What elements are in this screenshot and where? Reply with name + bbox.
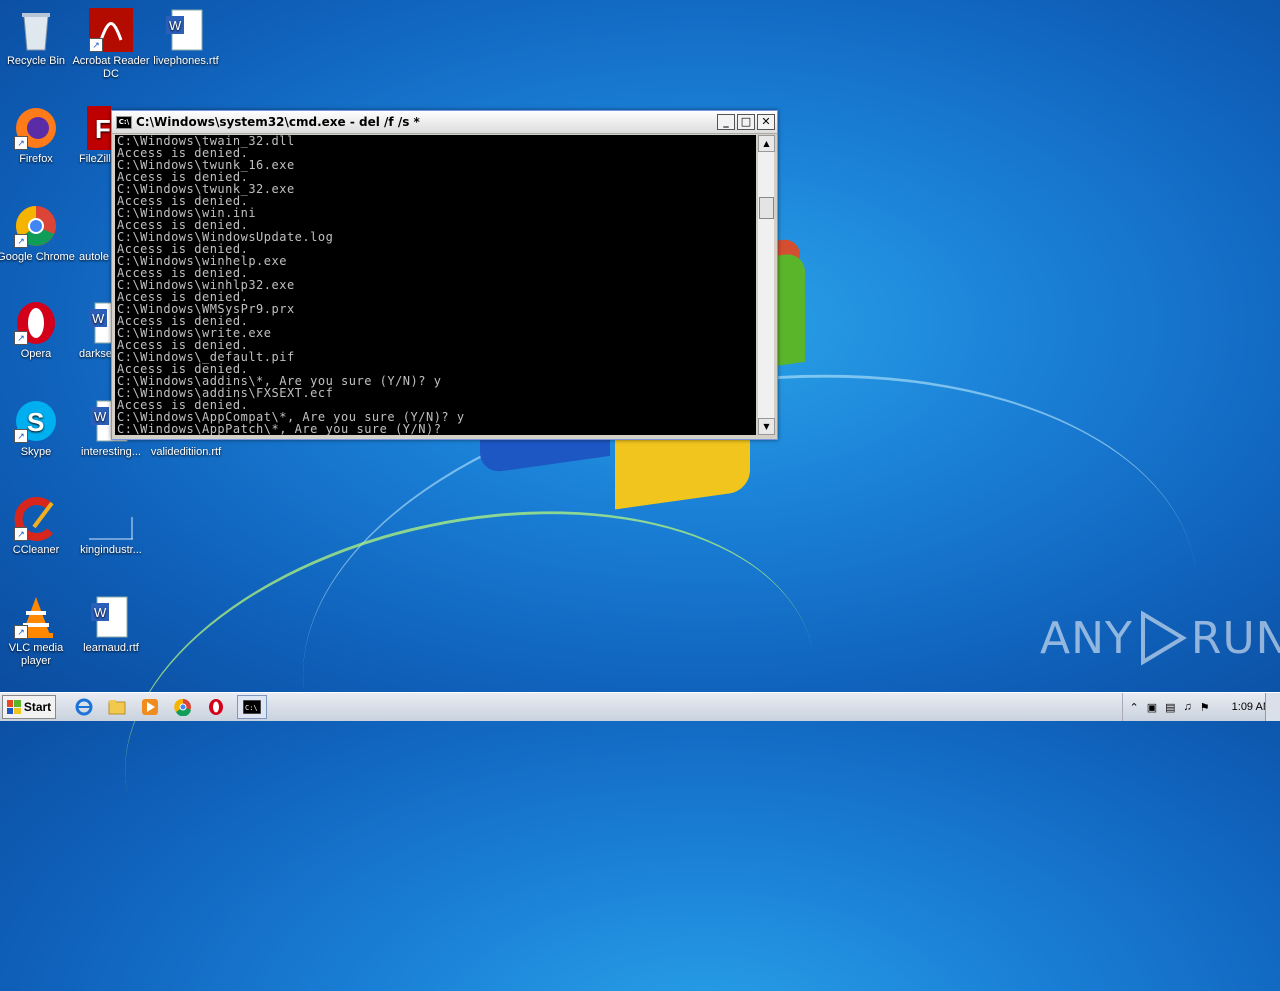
word-doc-icon: W <box>164 8 208 52</box>
action-center-icon[interactable]: ▣ <box>1147 701 1157 714</box>
minimize-button[interactable]: _ <box>717 114 735 130</box>
taskbar-opera-icon[interactable] <box>204 696 228 718</box>
shortcut-arrow-icon: ↗ <box>14 234 28 248</box>
show-hidden-icons-icon[interactable]: ⌃ <box>1129 701 1138 714</box>
watermark-left: ANY <box>1040 612 1133 664</box>
play-icon <box>1140 610 1187 666</box>
close-button[interactable]: ✕ <box>757 114 775 130</box>
desktop-icon-livephones[interactable]: W livephones.rtf <box>146 2 226 68</box>
windows-logo-icon <box>6 700 21 714</box>
taskbar-media-player-icon[interactable] <box>138 696 162 718</box>
desktop-icon-firefox[interactable]: ↗ Firefox <box>0 100 76 166</box>
maximize-button[interactable]: □ <box>737 114 755 130</box>
volume-icon[interactable]: ♫ <box>1184 701 1192 713</box>
desktop-icon-darkse[interactable]: W darkse <box>71 295 111 361</box>
taskbar-chrome-icon[interactable] <box>171 696 195 718</box>
svg-text:W: W <box>94 605 107 620</box>
scroll-down-button[interactable]: ▼ <box>758 418 775 435</box>
desktop-icon-recycle-bin[interactable]: Recycle Bin <box>0 2 76 68</box>
start-button[interactable]: Start <box>2 695 56 719</box>
cmd-titlebar[interactable]: C:\ C:\Windows\system32\cmd.exe - del /f… <box>112 111 777 134</box>
scroll-up-button[interactable]: ▲ <box>758 135 775 152</box>
flag-icon[interactable]: ⚑ <box>1200 701 1210 714</box>
cmd-window[interactable]: C:\ C:\Windows\system32\cmd.exe - del /f… <box>111 110 778 440</box>
desktop-icon-filezilla[interactable]: Fz FileZilla <box>71 100 111 166</box>
doc-icon <box>89 497 133 541</box>
word-doc-icon: W <box>89 595 133 639</box>
shortcut-arrow-icon: ↗ <box>14 136 28 150</box>
cmd-output: C:\Windows\twain_32.dll Access is denied.… <box>115 135 756 435</box>
start-label: Start <box>23 700 52 714</box>
desktop-icon-acrobat[interactable]: ↗ Acrobat Reader DC <box>71 2 151 81</box>
shortcut-arrow-icon: ↗ <box>14 429 28 443</box>
shortcut-arrow-icon: ↗ <box>89 38 103 52</box>
cmd-title: C:\Windows\system32\cmd.exe - del /f /s … <box>136 115 420 129</box>
cmd-line: C:\Windows\AppPatch\*, Are you sure (Y/N… <box>117 422 442 435</box>
shortcut-arrow-icon: ↗ <box>14 331 28 345</box>
filezilla-icon: Fz <box>87 106 111 150</box>
taskbar-explorer-icon[interactable] <box>105 696 129 718</box>
opera-icon: ↗ <box>14 301 58 345</box>
svg-text:W: W <box>92 311 105 326</box>
cmd-icon[interactable]: C:\ <box>116 115 132 129</box>
desktop-icon-skype[interactable]: S ↗ Skype <box>0 393 76 459</box>
anyrun-watermark: ANY RUN <box>1040 610 1280 666</box>
chrome-icon: ↗ <box>14 204 58 248</box>
desktop-icon-autole[interactable]: autole <box>71 198 111 264</box>
svg-text:W: W <box>94 409 107 424</box>
acrobat-icon: ↗ <box>89 8 133 52</box>
desktop-icon-kingindustr[interactable]: kingindustr... <box>71 491 151 557</box>
svg-text:W: W <box>169 18 182 33</box>
ccleaner-icon: ↗ <box>14 497 58 541</box>
desktop-icon-ccleaner[interactable]: ↗ CCleaner <box>0 491 76 557</box>
system-tray: ⌃ ▣ ▤ ♫ ⚑ 1:09 AM <box>1122 693 1280 721</box>
doc-icon <box>71 204 111 248</box>
desktop-icon-vlc[interactable]: ↗ VLC media player <box>0 589 76 668</box>
svg-text:S: S <box>27 407 44 437</box>
shortcut-arrow-icon: ↗ <box>14 625 28 639</box>
skype-icon: S ↗ <box>14 399 58 443</box>
svg-text:C:\: C:\ <box>245 704 258 712</box>
network-icon[interactable]: ▤ <box>1165 701 1175 714</box>
watermark-right: RUN <box>1190 612 1280 664</box>
desktop-icon-chrome[interactable]: ↗ Google Chrome <box>0 198 76 264</box>
cmd-console[interactable]: C:\Windows\twain_32.dll Access is denied.… <box>115 135 756 435</box>
shortcut-arrow-icon: ↗ <box>14 527 28 541</box>
scroll-thumb[interactable] <box>759 197 774 219</box>
vlc-icon: ↗ <box>14 595 58 639</box>
svg-text:Fz: Fz <box>95 114 111 144</box>
taskbar: Start C:\ ⌃ ▣ ▤ ♫ ⚑ 1:09 AM <box>0 692 1280 721</box>
show-desktop-button[interactable] <box>1265 693 1280 721</box>
taskbar-ie-icon[interactable] <box>72 696 96 718</box>
desktop-icon-opera[interactable]: ↗ Opera <box>0 295 76 361</box>
taskbar-cmd-icon[interactable]: C:\ <box>237 695 267 719</box>
firefox-icon: ↗ <box>14 106 58 150</box>
cmd-scrollbar[interactable]: ▲ ▼ <box>757 135 775 435</box>
recycle-bin-icon <box>14 8 58 52</box>
word-doc-icon: W <box>87 301 111 345</box>
desktop-icon-learnaud[interactable]: W learnaud.rtf <box>71 589 151 655</box>
